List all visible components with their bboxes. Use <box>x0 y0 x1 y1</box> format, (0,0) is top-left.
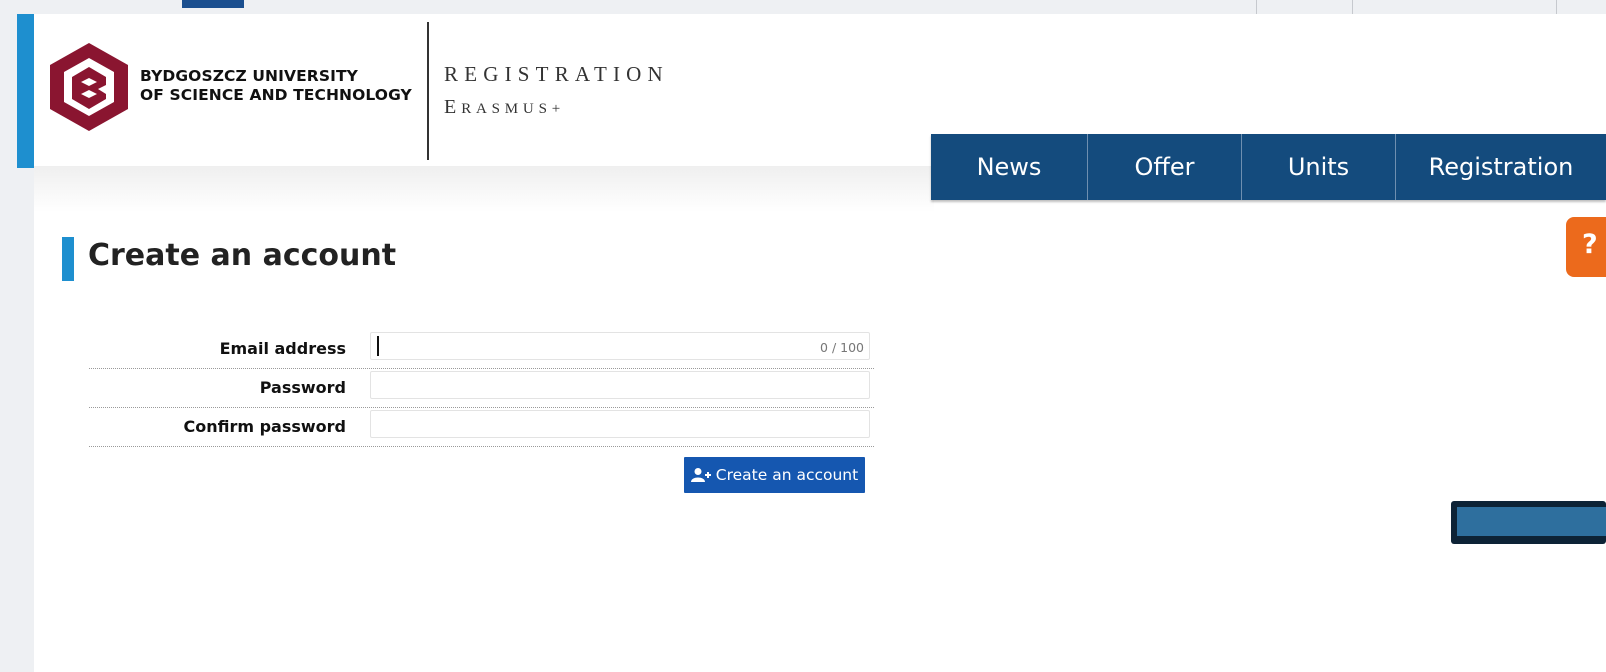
top-strip <box>0 0 1606 14</box>
password-field[interactable] <box>370 371 870 399</box>
password-label: Password <box>259 378 346 397</box>
create-account-button[interactable]: Create an account <box>684 457 865 493</box>
header-shadow <box>34 166 934 212</box>
confirm-password-label: Confirm password <box>183 417 346 436</box>
main-nav: News Offer Units Registration <box>931 134 1606 200</box>
nav-item-registration[interactable]: Registration <box>1396 134 1606 200</box>
nav-item-news[interactable]: News <box>931 134 1088 200</box>
add-user-icon <box>690 468 711 482</box>
email-label: Email address <box>219 339 346 358</box>
erasmus-subtitle: ERASMUS+ <box>444 96 565 119</box>
erasmus-rest: RASMUS+ <box>461 101 565 117</box>
confirm-password-field[interactable] <box>370 410 870 438</box>
email-row: Email address 0 / 100 <box>89 330 874 369</box>
content-left-border <box>17 168 34 672</box>
header-accent-bar <box>17 14 34 168</box>
nav-item-units[interactable]: Units <box>1242 134 1396 200</box>
nav-item-offer[interactable]: Offer <box>1088 134 1242 200</box>
create-account-label: Create an account <box>715 466 859 484</box>
page-title: Create an account <box>88 238 397 273</box>
email-char-counter: 0 / 100 <box>820 340 864 355</box>
university-name-line1: BYDGOSZCZ UNIVERSITY <box>140 67 358 85</box>
university-logo-icon[interactable] <box>48 41 130 133</box>
title-accent <box>62 237 74 281</box>
header-divider <box>427 22 429 160</box>
university-name[interactable]: BYDGOSZCZ UNIVERSITY OF SCIENCE AND TECH… <box>140 67 412 105</box>
side-panel-bar-inner <box>1457 507 1606 536</box>
help-button[interactable]: ? <box>1566 217 1606 277</box>
university-name-line2: OF SCIENCE AND TECHNOLOGY <box>140 86 412 104</box>
email-field[interactable]: 0 / 100 <box>370 332 870 360</box>
top-separator <box>1556 0 1557 14</box>
top-separator <box>1256 0 1257 14</box>
password-row: Password <box>89 369 874 408</box>
erasmus-initial: E <box>444 96 462 118</box>
left-rail <box>0 14 17 672</box>
confirm-password-row: Confirm password <box>89 408 874 447</box>
top-separator <box>1352 0 1353 14</box>
text-caret <box>377 336 379 356</box>
active-tab-indicator <box>182 0 244 8</box>
registration-title: REGISTRATION <box>444 62 669 86</box>
side-panel-bar[interactable] <box>1451 501 1606 544</box>
